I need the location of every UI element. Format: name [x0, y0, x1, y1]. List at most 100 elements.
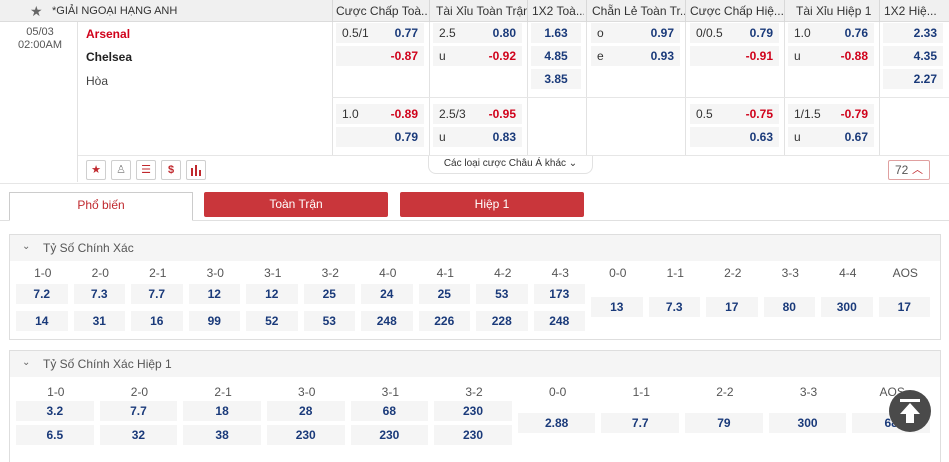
- odds-button[interactable]: 28: [266, 401, 345, 421]
- col-ou-h1[interactable]: Tài Xỉu Hiệp 1: [796, 0, 880, 22]
- odds-value: 0.77: [394, 26, 418, 40]
- odds-cell[interactable]: 4.85: [531, 46, 581, 66]
- odds-cell[interactable]: 2.27: [883, 69, 943, 89]
- stats-table-icon[interactable]: ☰: [136, 160, 156, 180]
- odds-button[interactable]: 300: [768, 413, 847, 433]
- odds-cell[interactable]: 1.0 0.76: [788, 23, 874, 43]
- favorite-star-icon[interactable]: ★: [86, 160, 106, 180]
- odds-cell[interactable]: 4.35: [883, 46, 943, 66]
- odds-cell[interactable]: 0/0.5 0.79: [690, 23, 779, 43]
- odds-cell[interactable]: e 0.93: [591, 46, 680, 66]
- odds-button[interactable]: 38: [183, 425, 261, 445]
- odds-button[interactable]: 17: [706, 297, 758, 317]
- section-header[interactable]: ⌄ Tỷ Số Chính Xác Hiệp 1: [10, 351, 940, 377]
- section-header[interactable]: ⌄ Tỷ Số Chính Xác: [10, 235, 940, 261]
- odds-button[interactable]: 13: [591, 297, 643, 317]
- odds-button[interactable]: 18: [183, 401, 261, 421]
- odds-button[interactable]: 53: [476, 284, 528, 304]
- odds-button[interactable]: 7.3: [73, 284, 125, 304]
- odds-cell[interactable]: u -0.88: [788, 46, 874, 66]
- odds-cell[interactable]: -0.91: [690, 46, 779, 66]
- lineup-icon[interactable]: ♙: [111, 160, 131, 180]
- odds-button[interactable]: 248: [361, 311, 413, 331]
- odds-cell[interactable]: o 0.97: [591, 23, 680, 43]
- odds-button[interactable]: 230: [434, 401, 512, 421]
- odds-button[interactable]: 7.3: [648, 297, 700, 317]
- odd-label: o: [597, 26, 604, 40]
- odds-button[interactable]: 24: [361, 284, 413, 304]
- odds-button[interactable]: 68: [350, 401, 429, 421]
- odds-button[interactable]: 25: [303, 284, 355, 304]
- col-ou-full[interactable]: Tài Xỉu Toàn Trận: [436, 0, 528, 22]
- market-count-button[interactable]: 72 ︿: [888, 160, 930, 180]
- bar-chart-icon[interactable]: [186, 160, 206, 180]
- col-handicap-h1[interactable]: Cược Chấp Hiệ...: [690, 0, 784, 22]
- odds-cell[interactable]: 0.5/1 0.77: [336, 23, 424, 43]
- col-1x2-full[interactable]: 1X2 Toà...: [532, 0, 584, 22]
- odds-cell[interactable]: 0.63: [690, 127, 779, 147]
- odds-button[interactable]: 230: [266, 425, 345, 445]
- odds-button[interactable]: 31: [73, 311, 125, 331]
- odds-cell[interactable]: 2.5 0.80: [433, 23, 522, 43]
- odds-button[interactable]: 7.7: [131, 284, 183, 304]
- scroll-to-top-button[interactable]: [889, 390, 931, 432]
- odds-button[interactable]: 6.5: [16, 425, 94, 445]
- odds-button[interactable]: 173: [533, 284, 585, 304]
- odds-cell[interactable]: 2.33: [883, 23, 943, 43]
- odds-button[interactable]: 226: [418, 311, 470, 331]
- tab-half-1[interactable]: Hiệp 1: [400, 192, 584, 217]
- odds-button[interactable]: 52: [246, 311, 298, 331]
- odds-cell[interactable]: u -0.92: [433, 46, 522, 66]
- tab-popular[interactable]: Phổ biến: [9, 192, 193, 221]
- col-handicap-full[interactable]: Cược Chấp Toà...: [336, 0, 428, 22]
- score-label: 2-0: [130, 385, 149, 399]
- odds-cell[interactable]: -0.87: [336, 46, 424, 66]
- odds-button[interactable]: 230: [350, 425, 429, 445]
- odds-button[interactable]: 14: [16, 311, 68, 331]
- odds-button[interactable]: 3.2: [16, 401, 94, 421]
- more-asian-bets-button[interactable]: Các loại cược Châu Á khác ⌄: [428, 156, 593, 174]
- match-datetime: 05/03 02:00AM: [18, 26, 62, 52]
- odds-button[interactable]: 300: [821, 297, 873, 317]
- odds-cell[interactable]: u 0.67: [788, 127, 874, 147]
- score-label: 2-1: [149, 266, 167, 280]
- star-icon[interactable]: ★: [30, 3, 43, 19]
- col-1x2-h1[interactable]: 1X2 Hiệ...: [884, 0, 946, 22]
- score-label: 2-1: [214, 385, 232, 399]
- handicap-line: 1.0: [342, 107, 359, 121]
- odds-button[interactable]: 2.88: [517, 413, 596, 433]
- odds-cell[interactable]: 1.63: [531, 23, 581, 43]
- odds-button[interactable]: 7.7: [99, 401, 178, 421]
- odds-button[interactable]: 25: [418, 284, 470, 304]
- odds-button[interactable]: 228: [476, 311, 528, 331]
- odds-button[interactable]: 12: [188, 284, 240, 304]
- odds-cell[interactable]: 3.85: [531, 69, 581, 89]
- odds-button[interactable]: 99: [188, 311, 240, 331]
- odds-button[interactable]: 7.7: [601, 413, 680, 433]
- under-label: u: [439, 49, 446, 63]
- odds-button[interactable]: 7.2: [16, 284, 68, 304]
- tab-full-match[interactable]: Toàn Trận: [204, 192, 388, 217]
- odds-cell[interactable]: 0.79: [336, 127, 424, 147]
- dollar-icon[interactable]: $: [161, 160, 181, 180]
- score-label: 1-0: [34, 266, 52, 280]
- odds-cell[interactable]: 1.0 -0.89: [336, 104, 424, 124]
- odds-button[interactable]: 79: [685, 413, 763, 433]
- match-date: 05/03: [26, 26, 54, 38]
- col-oddeven-full[interactable]: Chẵn Lẻ Toàn Tr...: [592, 0, 686, 22]
- odds-cell[interactable]: 2.5/3 -0.95: [433, 104, 522, 124]
- odds-cell[interactable]: 1/1.5 -0.79: [788, 104, 874, 124]
- table-header: ★ *GIẢI NGOẠI HẠNG ANH Cược Chấp Toà... …: [0, 0, 949, 22]
- odds-button[interactable]: 248: [533, 311, 585, 331]
- odds-value: -0.95: [488, 107, 516, 121]
- odds-button[interactable]: 16: [131, 311, 183, 331]
- under-label: u: [794, 130, 801, 144]
- odds-button[interactable]: 17: [878, 297, 930, 317]
- odds-button[interactable]: 12: [246, 284, 298, 304]
- odds-cell[interactable]: 0.5 -0.75: [690, 104, 779, 124]
- odds-button[interactable]: 80: [763, 297, 815, 317]
- odds-button[interactable]: 230: [434, 425, 512, 445]
- odds-button[interactable]: 32: [99, 425, 178, 445]
- odds-button[interactable]: 53: [303, 311, 355, 331]
- odds-cell[interactable]: u 0.83: [433, 127, 522, 147]
